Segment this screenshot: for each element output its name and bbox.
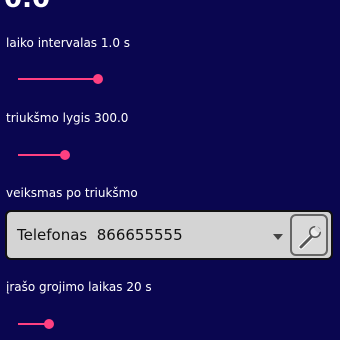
noise-level-slider-thumb[interactable] (60, 150, 71, 160)
top-value: 0.0 (4, 0, 50, 12)
interval-slider-fill (18, 78, 98, 80)
noise-level-label: triukšmo lygis 300.0 (6, 111, 129, 125)
interval-label: laiko intervalas 1.0 s (6, 36, 131, 50)
dropdown-arrow-icon (273, 234, 283, 240)
action-spinner[interactable]: Telefonas 866655555 (9, 214, 291, 256)
playback-time-slider[interactable] (18, 318, 100, 330)
action-box: Telefonas 866655555 (5, 210, 333, 260)
playback-time-label: įrašo grojimo laikas 20 s (6, 280, 152, 294)
action-label: veiksmas po triukšmo (6, 186, 138, 200)
interval-slider-thumb[interactable] (92, 74, 103, 84)
app-screen: 0.0 laiko intervalas 1.0 s triukšmo lygi… (0, 0, 340, 340)
action-selected-value: Telefonas 866655555 (17, 226, 183, 244)
wrench-icon (298, 225, 322, 250)
action-settings-button[interactable] (290, 214, 328, 256)
interval-slider[interactable] (18, 73, 106, 85)
playback-time-slider-thumb[interactable] (44, 319, 55, 329)
noise-level-slider-fill (18, 154, 66, 156)
noise-level-slider[interactable] (18, 149, 98, 161)
